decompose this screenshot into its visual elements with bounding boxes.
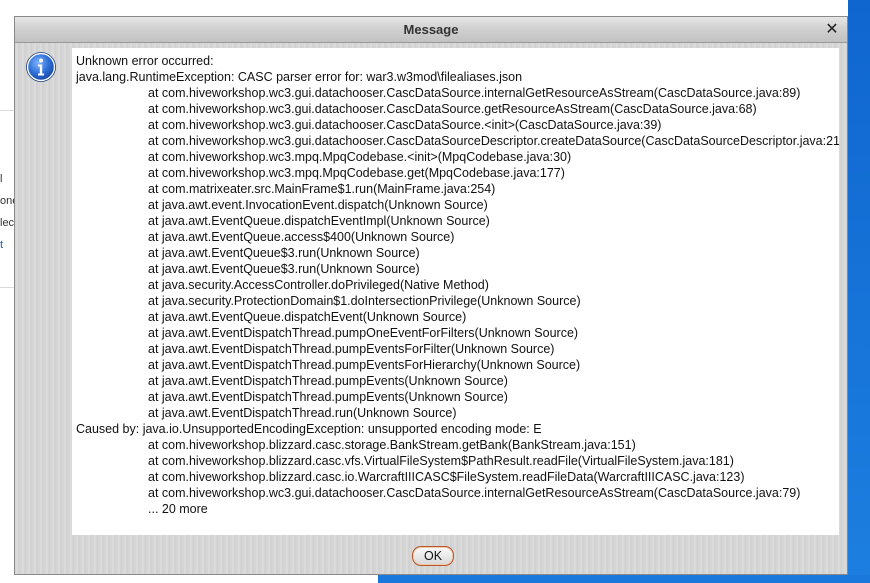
background-panel: l one lec t — [0, 110, 14, 288]
stack-trace-line: at java.awt.EventDispatchThread.pumpEven… — [148, 374, 508, 388]
stack-trace-line: at com.hiveworkshop.blizzard.casc.io.War… — [148, 470, 745, 484]
stack-trace-line: at com.hiveworkshop.wc3.gui.datachooser.… — [148, 134, 839, 148]
stack-trace-line: at java.security.ProtectionDomain$1.doIn… — [148, 294, 581, 308]
stack-trace-line: at java.awt.EventQueue.dispatchEventImpl… — [148, 214, 490, 228]
info-icon — [26, 52, 56, 82]
error-message-line: java.lang.RuntimeException: CASC parser … — [76, 70, 523, 84]
stack-trace-line: at com.hiveworkshop.blizzard.casc.vfs.Vi… — [148, 454, 734, 468]
stack-trace-line: at com.hiveworkshop.wc3.gui.datachooser.… — [148, 486, 801, 500]
dialog-title: Message — [403, 22, 459, 37]
stack-trace-line: at com.matrixeater.src.MainFrame$1.run(M… — [148, 182, 496, 196]
stack-trace-line: at com.hiveworkshop.wc3.gui.datachooser.… — [148, 118, 662, 132]
stack-trace-line: at java.awt.EventQueue$3.run(Unknown Sou… — [148, 246, 420, 260]
error-message-line: Unknown error occurred: — [76, 54, 214, 68]
stack-trace-line: at com.hiveworkshop.wc3.gui.datachooser.… — [148, 86, 801, 100]
stack-trace-line: at com.hiveworkshop.wc3.mpq.MpqCodebase.… — [148, 150, 572, 164]
dialog-titlebar[interactable]: Message ✕ — [15, 17, 847, 43]
stack-trace-line: at com.hiveworkshop.wc3.mpq.MpqCodebase.… — [148, 166, 565, 180]
desktop-edge-bottom — [378, 575, 870, 583]
message-text-area[interactable]: Unknown error occurred: java.lang.Runtime… — [72, 48, 839, 535]
stack-trace-line: at java.security.AccessController.doPriv… — [148, 278, 489, 292]
stack-trace-line: at com.hiveworkshop.blizzard.casc.storag… — [148, 438, 636, 452]
stack-trace-line: at java.awt.EventDispatchThread.run(Unkn… — [148, 406, 457, 420]
stack-trace-line: at java.awt.EventDispatchThread.pumpOneE… — [148, 326, 579, 340]
stack-trace-line: at java.awt.EventQueue.dispatchEvent(Unk… — [148, 310, 467, 324]
stack-trace-line: at java.awt.EventDispatchThread.pumpEven… — [148, 342, 555, 356]
message-dialog: Message ✕ Unknown error occurred: java.la… — [14, 16, 848, 575]
close-icon[interactable]: ✕ — [823, 20, 841, 38]
background-text-fragment: l — [0, 173, 3, 185]
desktop-edge — [848, 0, 870, 583]
stack-trace-line: at java.awt.EventDispatchThread.pumpEven… — [148, 358, 581, 372]
background-link-fragment[interactable]: t — [0, 239, 14, 251]
background-text-fragment: one — [0, 195, 14, 207]
background-text-fragment: lec — [0, 217, 14, 229]
stack-trace-line: at java.awt.EventQueue$3.run(Unknown Sou… — [148, 262, 420, 276]
stack-trace-line: ... 20 more — [148, 502, 208, 516]
stack-trace-line: at java.awt.EventDispatchThread.pumpEven… — [148, 390, 508, 404]
stack-trace-line: at com.hiveworkshop.wc3.gui.datachooser.… — [148, 102, 757, 116]
ok-button[interactable]: OK — [412, 546, 454, 566]
stack-trace-line: at java.awt.EventQueue.access$400(Unknow… — [148, 230, 455, 244]
error-message-line: Caused by: java.io.UnsupportedEncodingEx… — [76, 422, 542, 436]
stack-trace-line: at java.awt.event.InvocationEvent.dispat… — [148, 198, 488, 212]
